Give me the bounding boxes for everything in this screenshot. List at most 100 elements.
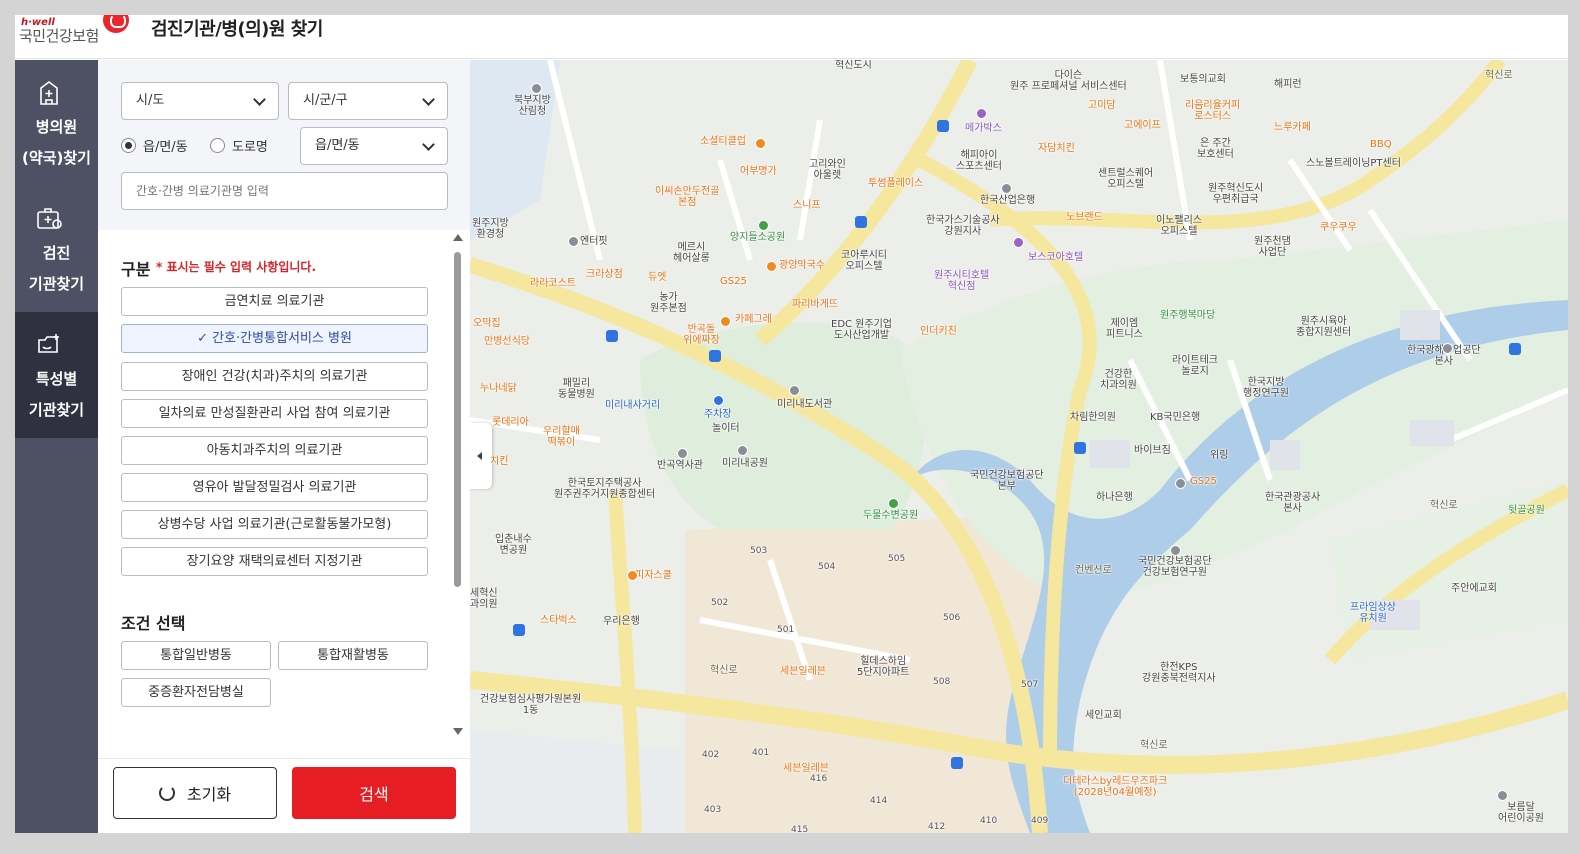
map-label[interactable]: 투썸플레이스 [868,178,923,189]
map-label[interactable]: 건강보험심사평가원본원 1동 [480,694,581,716]
map-label[interactable]: 쿠우쿠우 [1320,222,1357,233]
map-label[interactable]: 우리은행 [603,616,640,627]
nhis-logo[interactable]: h·well 국민건강보험 [19,15,129,55]
map-label[interactable]: 위링 [1210,450,1228,461]
poi-pin-icon[interactable] [568,236,579,247]
map-label[interactable]: 원주혁신도시 우편취급국 [1208,183,1263,205]
map-label[interactable]: 카페그레 [735,314,772,325]
bus-stop-icon[interactable] [1074,442,1086,454]
map-label[interactable]: 보름달 어린이공원 [1498,802,1544,824]
poi-pin-icon[interactable] [766,261,777,272]
map-label[interactable]: 주차장 [704,409,732,420]
map-view[interactable]: 북부지방 산림청 원주지방 환경청 엔터핏 라라코스트 오막집 만병선식당 누나… [470,60,1568,833]
map-label[interactable]: 보스코아호텔 [1028,252,1083,263]
map-label[interactable]: 오막집 [473,318,501,329]
map-label[interactable]: 스노볼트레이닝PT센터 [1306,158,1401,169]
map-label[interactable]: 패밀리 동물병원 [558,378,595,400]
map-label[interactable]: 엔터핏 [580,236,608,247]
map-label[interactable]: 원주천댐 사업단 [1254,236,1291,258]
map-label[interactable]: 미리내공원 [722,458,768,469]
poi-pin-icon[interactable] [888,498,899,509]
poi-pin-icon[interactable] [737,445,748,456]
category-option[interactable]: 금연치료 의료기관 [121,287,428,316]
map-label[interactable]: 광양막국수 [779,260,825,271]
map-label[interactable]: 힐데스하임 5단지아파트 [857,656,909,678]
map-label[interactable]: 코아루시티 오피스텔 [841,250,887,272]
nav-item-checkup[interactable]: 검진 기관찾기 [15,186,98,312]
bus-stop-icon[interactable] [1509,343,1521,355]
map-label[interactable]: 인더키친 [920,326,957,337]
reset-button[interactable]: 초기화 [113,767,277,819]
map-label[interactable]: 국민건강보험공단 건강보험연구원 [1138,556,1212,578]
map-label[interactable]: 한국관광공사 본사 [1265,492,1320,514]
map-label[interactable]: 라라코스트 [530,278,576,289]
map-label[interactable]: 놀이터 [712,423,740,434]
category-option[interactable]: 영유아 발달정밀검사 의료기관 [121,473,428,502]
map-label[interactable]: 메가박스 [965,123,1002,134]
map-label[interactable]: 소셜티클럽 [700,136,746,147]
map-label[interactable]: 미리내사거리 [605,400,660,411]
map-label[interactable]: 리음리율커피 로스터스 [1185,100,1240,122]
poi-pin-icon[interactable] [1175,478,1186,489]
map-label[interactable]: 원주지방 환경청 [472,218,509,240]
map-label[interactable]: 원주행복마당 [1160,310,1215,321]
map-label[interactable]: 세븐일레븐 [780,666,826,677]
map-label[interactable]: 은 주간 보호센터 [1197,138,1234,160]
map-label[interactable]: 다이슨 원주 프로페셔널 서비스센터 [1010,70,1127,92]
map-label[interactable]: 크라상점 [586,269,623,280]
map-label[interactable]: 원주시육아 종합지원센터 [1296,316,1351,338]
poi-pin-icon[interactable] [1170,545,1181,556]
map-label[interactable]: 스타벅스 [540,615,577,626]
map-label[interactable]: 원주시티호텔 혁신점 [934,270,989,292]
poi-pin-icon[interactable] [720,316,731,327]
map-label[interactable]: 양지들소공원 [730,232,785,243]
map-label[interactable]: 바이브짐 [1134,445,1171,456]
poi-pin-icon[interactable] [789,385,800,396]
map-label[interactable]: 보통의교회 [1180,74,1226,85]
poi-pin-icon[interactable] [976,108,987,119]
map-label[interactable]: 치킨 [490,456,508,467]
panel-scrollbar[interactable] [452,234,464,744]
map-label[interactable]: KB국민은행 [1150,412,1200,423]
category-option[interactable]: 장기요양 재택의료센터 지정기관 [121,547,428,576]
map-label[interactable]: 라이트테크 놀로지 [1172,355,1218,377]
map-label[interactable]: 어부명가 [740,166,777,177]
map-label[interactable]: 한국가스기술공사 강원지사 [926,215,1000,237]
radio-road[interactable]: 도로명 [210,136,268,155]
map-label[interactable]: GS25 [720,276,747,287]
condition-option[interactable]: 중증환자전담병실 [121,678,271,707]
map-label[interactable]: 자담치킨 [1038,143,1075,154]
map-label[interactable]: 고미담 [1088,100,1116,111]
scroll-up-icon[interactable] [453,234,463,241]
map-label[interactable]: 해피런 [1274,79,1302,90]
condition-option[interactable]: 통합재활병동 [278,641,428,670]
bus-stop-icon[interactable] [951,757,963,769]
poi-pin-icon[interactable] [758,220,769,231]
poi-pin-icon[interactable] [1001,183,1012,194]
radio-dong[interactable]: 읍/면/동 [121,136,188,155]
map-label[interactable]: 두물수변공원 [863,510,918,521]
map-label[interactable]: 반곡돌 위에짜장 [683,324,720,346]
map-label[interactable]: 세븐일레븐 [783,763,829,774]
bus-stop-icon[interactable] [606,330,618,342]
map-label[interactable]: 세인교회 [1085,710,1122,721]
poi-pin-icon[interactable] [1442,343,1453,354]
map-label[interactable]: 해피아이 스포츠센터 [956,150,1002,172]
map-label[interactable]: 노브랜드 [1066,212,1103,223]
map-label[interactable]: 제이엠 피트니스 [1106,318,1143,340]
map-label[interactable]: 메르시 헤어살롱 [673,242,710,264]
nav-item-hospital[interactable]: 병의원 (약국)찾기 [15,60,98,186]
map-label[interactable]: 더테라스by레드우즈파크 (2028년04월예정) [1063,776,1167,798]
map-label[interactable]: 느루카페 [1274,122,1311,133]
scroll-thumb[interactable] [454,252,461,587]
map-label[interactable]: 스니프 [793,200,821,211]
poi-pin-icon[interactable] [627,570,638,581]
poi-pin-icon[interactable] [531,83,542,94]
category-option[interactable]: 아동치과주치의 의료기관 [121,436,428,465]
map-label[interactable]: 센트럴스퀘어 오피스텔 [1098,168,1153,190]
map-label[interactable]: 파리바게뜨 [792,299,838,310]
bus-stop-icon[interactable] [855,216,867,228]
map-label[interactable]: 북부지방 산림청 [514,95,551,117]
search-button[interactable]: 검색 [292,767,456,819]
poi-pin-icon[interactable] [755,138,766,149]
